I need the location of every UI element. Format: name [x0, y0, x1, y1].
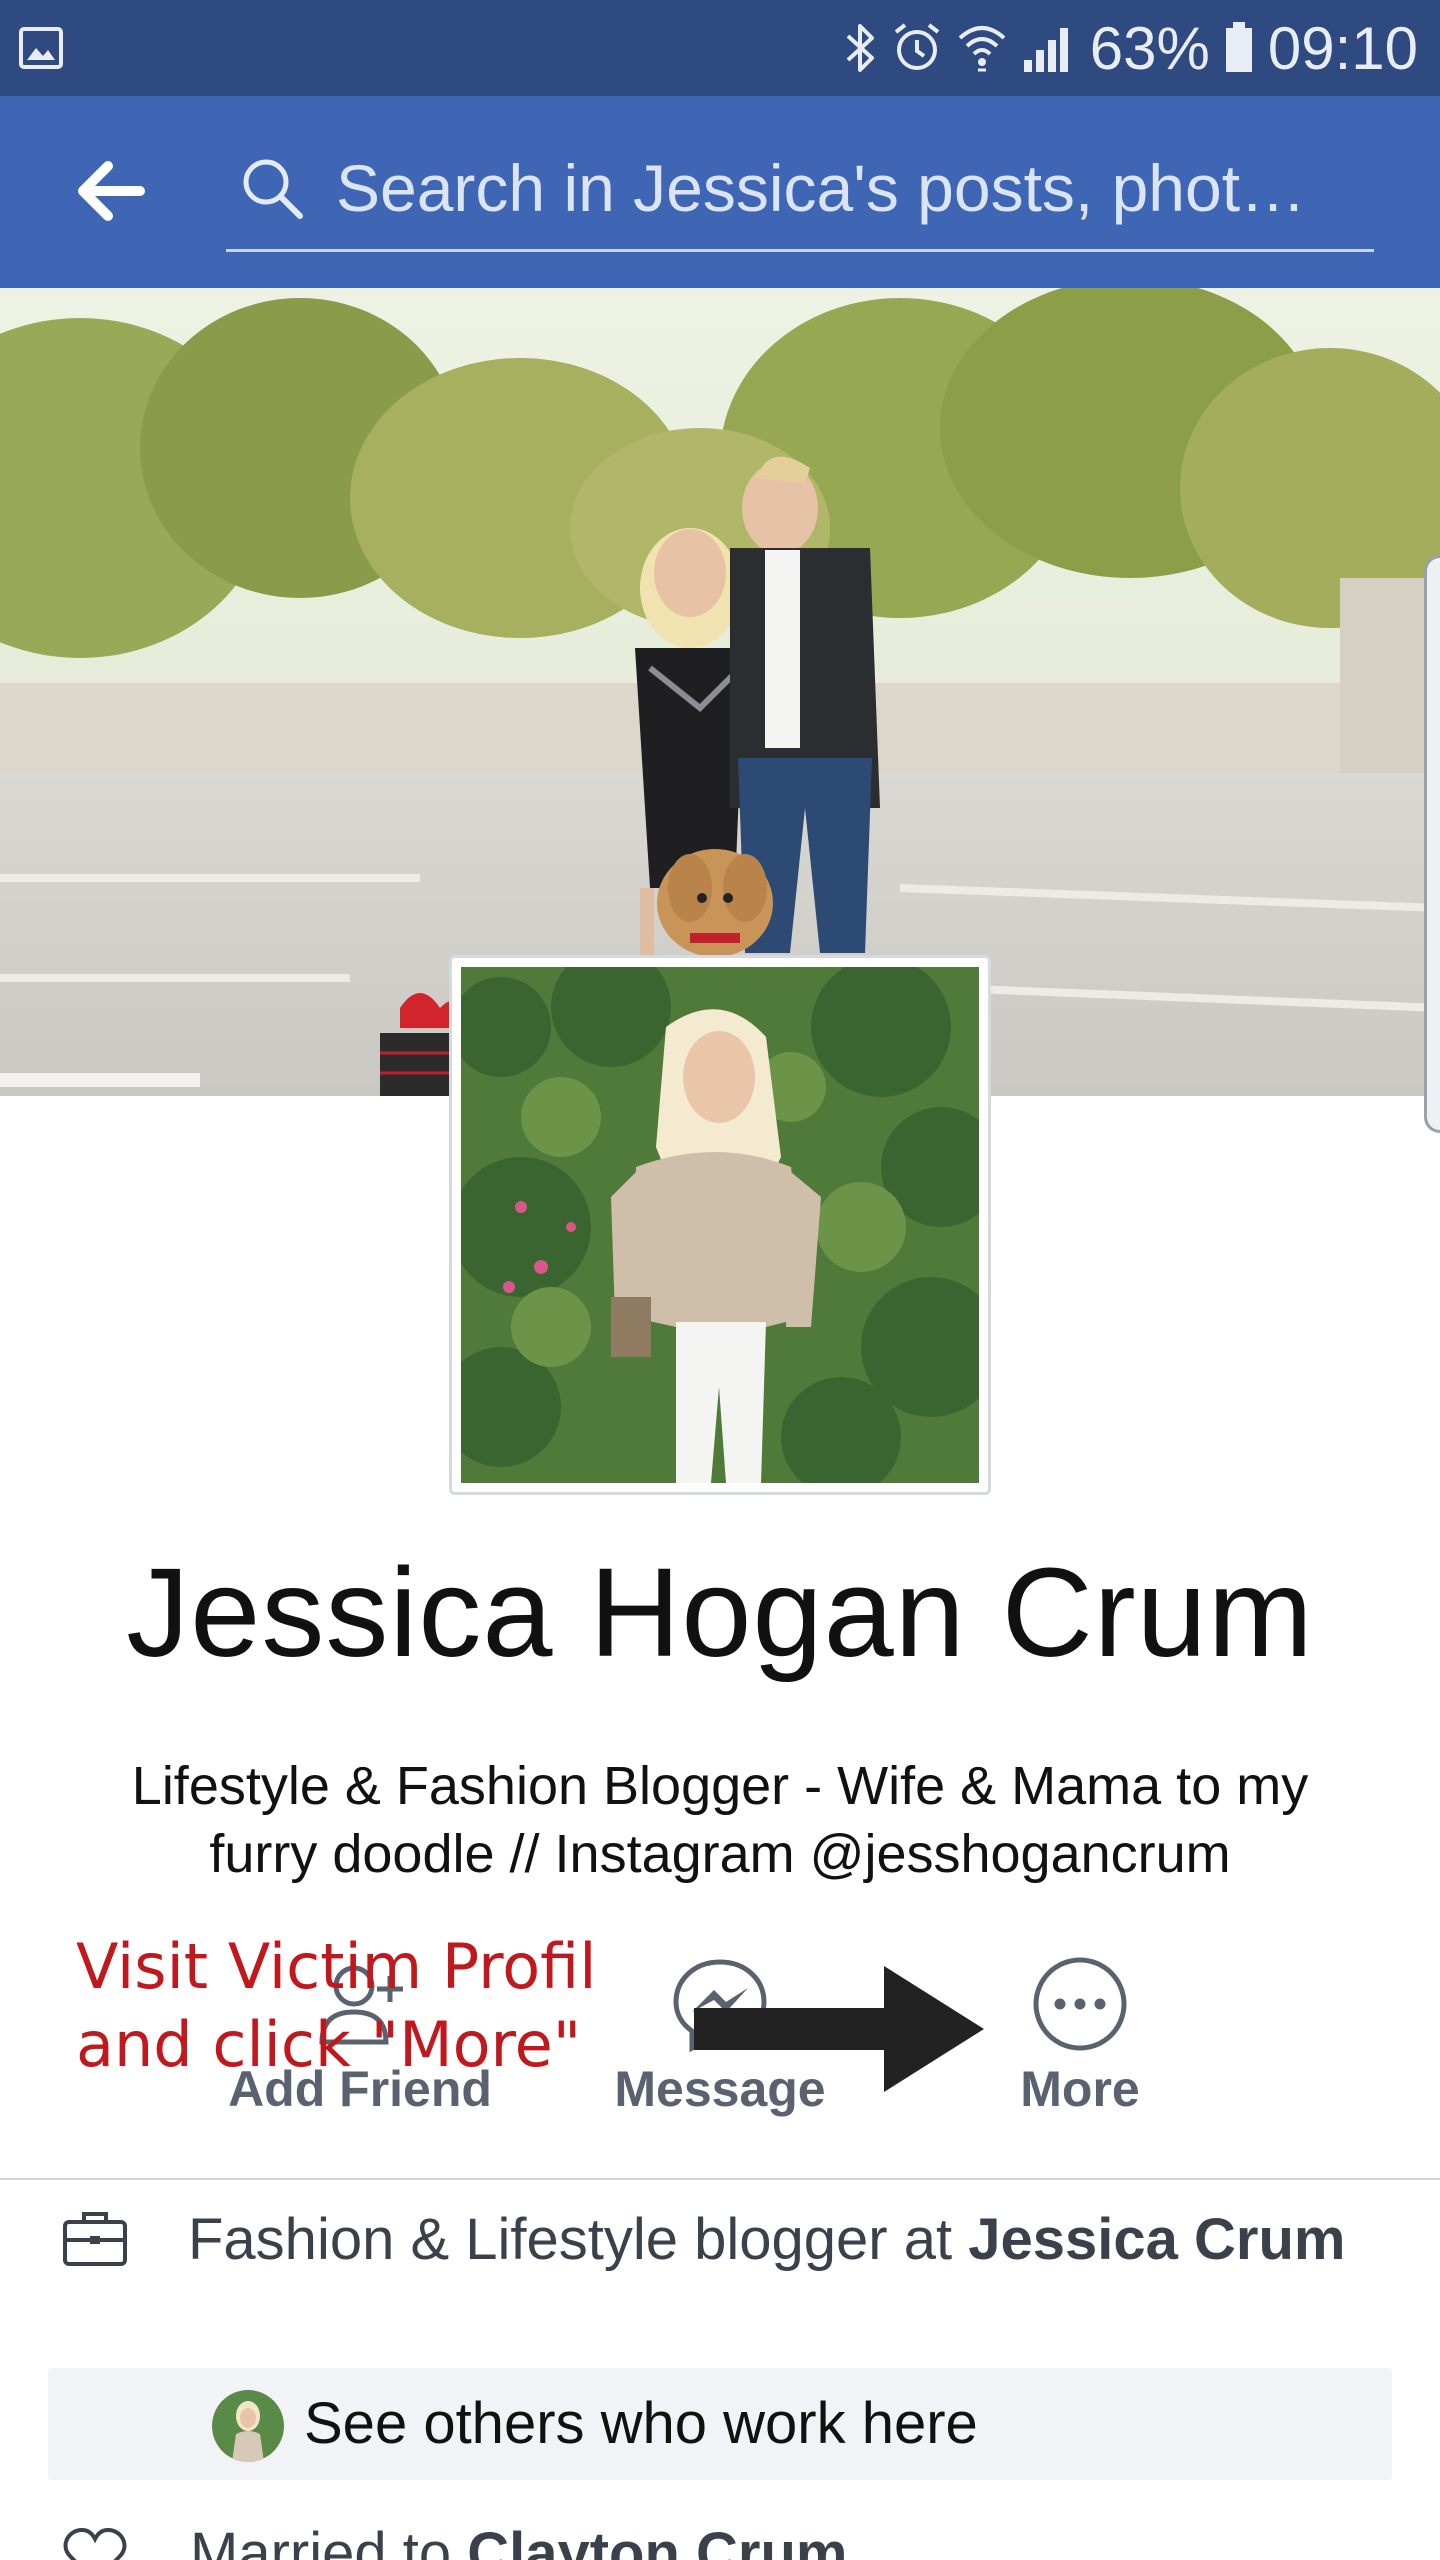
work-employer-link[interactable]: Jessica Crum [968, 2207, 1345, 2272]
signal-icon [1023, 28, 1068, 72]
profile-name: Jessica Hogan Crum [126, 1542, 1314, 1683]
status-bar: 63% 09:10 [0, 0, 1440, 96]
work-prefix: Fashion & Lifestyle blogger at [188, 2207, 969, 2272]
gallery-icon [19, 27, 63, 69]
back-arrow-icon[interactable] [74, 158, 146, 224]
profile-bio: Lifestyle & Fashion Blogger - Wife & Mam… [131, 1756, 1309, 1884]
search-icon [243, 159, 303, 219]
tutorial-annotation: Visit Victim Profil and click "More" [76, 1930, 597, 2081]
spouse-link[interactable]: Clayton Crum [467, 2521, 847, 2560]
relationship-info-row[interactable]: Married to Clayton Crum [0, 2516, 1440, 2560]
profile-picture[interactable] [449, 955, 991, 1495]
app-bar [0, 96, 1440, 288]
work-text: Fashion & Lifestyle blogger at Jessica C… [188, 2204, 1348, 2276]
avatar [212, 2390, 284, 2462]
bluetooth-icon [846, 24, 874, 72]
more-icon [1033, 1957, 1127, 2051]
see-others-who-work-here[interactable]: See others who work here [48, 2368, 1392, 2480]
pointer-arrow-icon [694, 1966, 984, 2092]
divider [0, 2178, 1440, 2180]
side-panel-handle[interactable] [1424, 555, 1440, 1133]
battery-percent: 63% [1089, 14, 1210, 82]
married-text: Married to Clayton Crum [190, 2520, 847, 2560]
profile-photo [461, 967, 979, 1483]
married-prefix: Married to [190, 2521, 468, 2560]
see-others-label: See others who work here [304, 2391, 978, 2456]
briefcase-icon [63, 2212, 127, 2266]
wifi-icon [958, 26, 1006, 72]
battery-icon [1225, 22, 1252, 72]
heart-icon [63, 2527, 127, 2560]
search-bar[interactable] [226, 138, 1374, 252]
clock: 09:10 [1267, 14, 1418, 82]
alarm-icon [894, 23, 939, 70]
search-input[interactable] [336, 148, 1366, 228]
